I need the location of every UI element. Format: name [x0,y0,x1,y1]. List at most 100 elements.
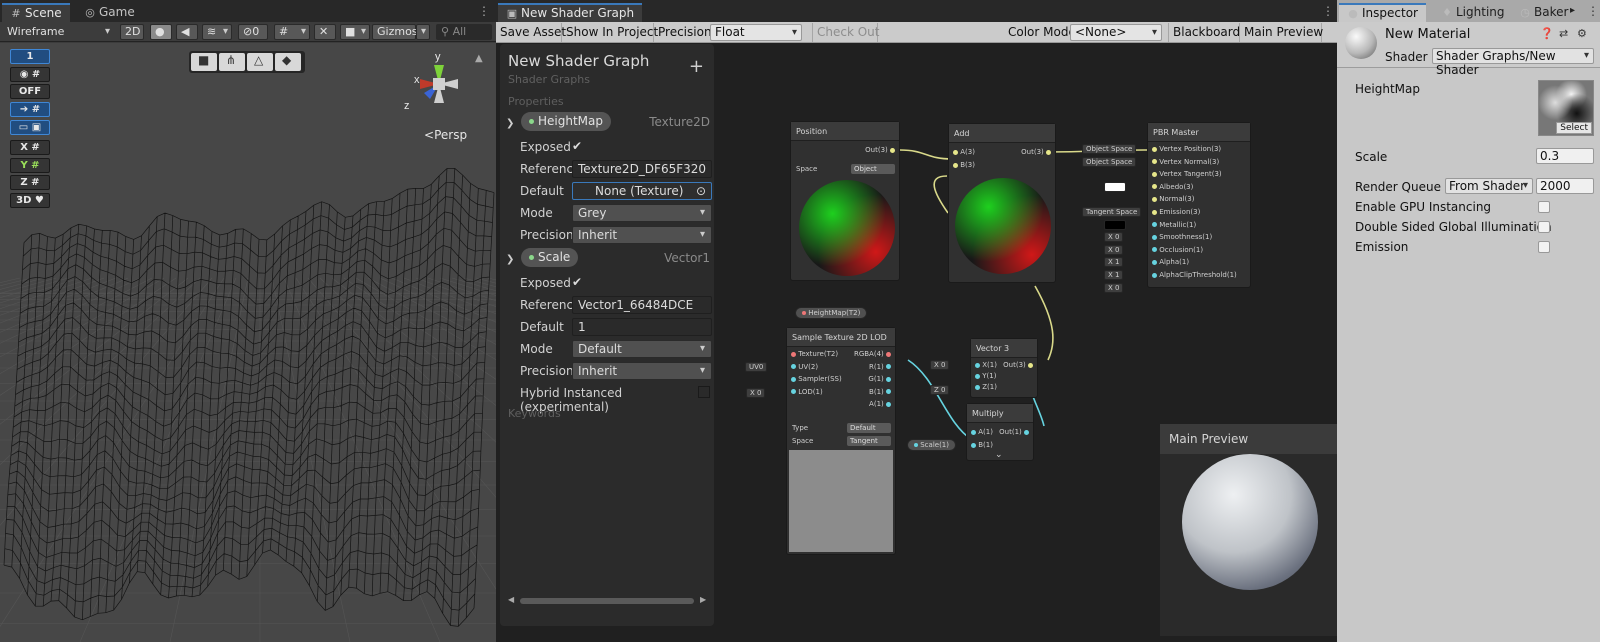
add-node[interactable]: Add A(3) B(3) Out(3) [948,123,1056,283]
scale-exposed-checkbox[interactable]: ✔ [572,275,582,289]
sample-output-port[interactable]: G(1) [868,375,891,383]
orientation-gizmo[interactable]: y x z [404,49,474,119]
add-property-icon[interactable]: + [689,56,704,77]
heightmap-default-field[interactable]: None (Texture) ⊙ [572,182,712,200]
precision-dropdown[interactable]: Float [710,24,802,41]
heightmap-property-node[interactable]: HeightMap(T2) [795,307,868,319]
pbr-port[interactable]: Metallic(1) [1152,221,1196,229]
pbr-input-tag[interactable] [1104,219,1126,230]
gizmos-button[interactable]: Gizmos [372,24,418,40]
lock-icon[interactable]: ▲ [475,53,483,64]
pbr-input-tag[interactable]: X 1 [1104,257,1124,268]
render-queue-input[interactable]: 2000 [1536,178,1594,194]
port-y[interactable]: Y(1) [975,372,996,380]
vector3-x-tag[interactable]: X 0 [930,360,950,370]
scale-reference-field[interactable]: Vector1_66484DCE [572,296,712,314]
pbr-port[interactable]: Smoothness(1) [1152,233,1212,241]
pbr-input-tag[interactable]: Object Space [1082,144,1137,154]
scale-mode-dropdown[interactable]: Default [572,340,712,358]
pbr-port[interactable]: Occlusion(1) [1152,246,1203,254]
presets-icon[interactable]: ⇄ [1559,27,1568,40]
tab-overflow-icon[interactable]: ▸ [1570,5,1575,16]
axis-x-toggle[interactable]: X # [10,140,50,155]
scale-property-node[interactable]: Scale(1) [907,439,956,451]
emission-checkbox[interactable] [1538,241,1550,253]
heightmap-texture-slot[interactable]: Select [1538,80,1594,136]
port-out[interactable]: Out(3) [865,146,895,154]
object-picker-icon[interactable]: ⊙ [696,183,706,199]
tab-new-shader-graph[interactable]: ▣ New Shader Graph [498,3,643,22]
scene-viewport[interactable]: 1 ◉ # OFF ➔ # ▭ ▣ X # Y # Z # 3D ♥ ■ ⋔ △… [0,43,496,642]
heightmap-exposed-checkbox[interactable]: ✔ [572,139,582,153]
pbr-input-tag[interactable]: Object Space [1082,156,1137,167]
property-heightmap-pill[interactable]: HeightMap [521,112,611,131]
sample-output-port[interactable]: A(1) [869,400,891,408]
face-tool-button[interactable]: ◆ [275,53,301,71]
port-b[interactable]: B(1) [971,441,993,449]
sample-output-port[interactable]: R(1) [869,363,891,371]
port-x[interactable]: X(1) [975,361,997,369]
tab-lighting[interactable]: ♦ Lighting [1433,3,1513,22]
tools-button[interactable]: ✕ [314,24,336,40]
sample-input-port[interactable]: LOD(1) [791,388,823,396]
blackboard-toggle[interactable]: Blackboard [1168,23,1240,42]
vector3-z-tag[interactable]: Z 0 [930,385,950,395]
port-a[interactable]: A(1) [971,428,993,436]
space-dropdown[interactable]: Tangent [847,436,891,446]
port-a[interactable]: A(3) [953,148,975,156]
heightmap-mode-dropdown[interactable]: Grey [572,204,712,222]
type-dropdown[interactable]: Default [847,423,891,433]
cube-tool-button[interactable]: ■ [191,53,217,71]
port-z[interactable]: Z(1) [975,383,997,391]
help-icon[interactable]: ❓ [1540,27,1554,40]
toggle-2d-button[interactable]: 2D [120,24,144,40]
sample-output-port[interactable]: B(1) [869,388,891,396]
sample-output-port[interactable]: RGBA(4) [854,350,891,358]
lighting-toggle-button[interactable]: ● [150,24,172,40]
tab-game[interactable]: ◎ Game [76,3,143,22]
multiply-node[interactable]: Multiply A(1) B(1) Out(1) ⌄ [966,403,1034,461]
pbr-master-node[interactable]: PBR Master Vertex Position(3) Vertex Nor… [1147,122,1251,288]
pbr-input-tag[interactable]: Tangent Space [1082,207,1142,217]
shader-dropdown[interactable]: Shader Graphs/New Shader [1432,48,1594,77]
double-sided-gi-checkbox[interactable] [1538,221,1550,233]
uv-tag[interactable]: UV0 [745,362,768,372]
chevron-down-icon[interactable]: ❯ [506,118,514,129]
tab-inspector[interactable]: ● Inspector [1339,3,1426,22]
lock-toggle[interactable]: ▭ ▣ [10,120,50,135]
port-out[interactable]: Out(1) [999,428,1029,436]
tab-scene[interactable]: # Scene [2,3,70,22]
check-out-button[interactable]: Check Out [812,23,879,42]
pbr-input-tag[interactable]: X 0 [1104,244,1124,255]
view-3d-toggle[interactable]: 3D ♥ [10,193,50,208]
hidden-objects-button[interactable]: ⊘0 [238,24,268,40]
save-asset-button[interactable]: Save Asset [496,23,566,42]
pbr-port[interactable]: Vertex Position(3) [1152,145,1221,153]
pbr-port[interactable]: Normal(3) [1152,195,1194,203]
gear-icon[interactable]: ⚙ [1577,27,1587,40]
port-out[interactable]: Out(3) [1021,148,1051,156]
off-toggle[interactable]: OFF [10,84,50,99]
pbr-input-tag[interactable] [1104,181,1126,192]
property-scale-pill[interactable]: Scale [521,248,579,267]
lod-tag[interactable]: X 0 [746,388,766,398]
scale-input[interactable]: 0.3 [1536,148,1594,164]
axis-y-toggle[interactable]: Y # [10,158,50,173]
position-node[interactable]: Position Out(3) Space Object [790,121,900,281]
audio-toggle-button[interactable]: ◀ [176,24,198,40]
hybrid-instanced-checkbox[interactable] [698,386,710,398]
main-preview-toggle[interactable]: Main Preview [1240,23,1323,42]
scale-default-field[interactable]: 1 [572,318,712,336]
pbr-input-tag[interactable]: X 1 [1104,270,1124,280]
kebab-menu-icon[interactable]: ⋮ [478,4,490,18]
camera-dropdown[interactable]: ■ [340,24,370,40]
chevron-down-icon[interactable]: ⌄ [995,450,1003,460]
grid-snap-dropdown[interactable]: # [274,24,310,40]
gpu-instancing-checkbox[interactable] [1538,201,1550,213]
gizmos-dropdown[interactable] [416,24,430,40]
projection-toggle[interactable]: <Persp [424,128,467,142]
sample-input-port[interactable]: UV(2) [791,363,818,371]
tab-baker[interactable]: ◷ Baker [1511,3,1576,22]
blackboard-scrollbar[interactable]: ◀ ▶ [508,595,708,606]
port-out[interactable]: Out(3) [1003,361,1033,369]
